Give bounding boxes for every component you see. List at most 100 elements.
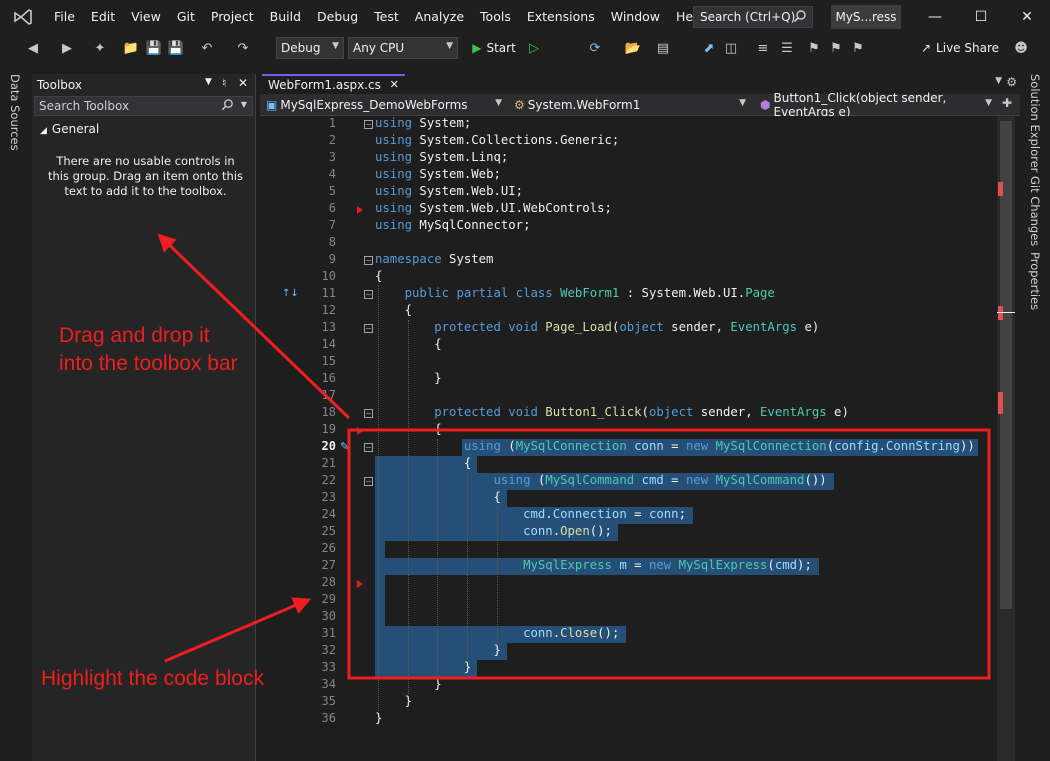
search-input[interactable]: Search (Ctrl+Q) [693,6,813,28]
tab-data-sources[interactable]: Data Sources [8,74,22,151]
code-line[interactable]: using System.Web; [375,167,501,181]
override-icon[interactable]: ↑↓ [282,288,299,299]
refresh-icon[interactable]: ⟳ [586,38,604,58]
feedback-icon[interactable]: ☻ [1012,38,1030,58]
code-line[interactable]: conn.Close(); [375,626,619,640]
minimize-button[interactable]: — [912,0,958,34]
code-line[interactable]: protected void Page_Load(object sender, … [375,320,819,334]
redo-icon[interactable]: ↷ [234,38,252,58]
code-line[interactable]: using System.Web.UI; [375,184,523,198]
toolbox-search-input[interactable]: Search Toolbox ▼ [34,96,253,116]
pin-icon[interactable]: ♮ [222,76,226,90]
bookmark-next-icon[interactable]: ⚑ [850,38,866,58]
menu-extensions[interactable]: Extensions [519,0,603,34]
close-panel-icon[interactable]: ✕ [238,76,248,90]
code-editor[interactable]: 1 2 3 4 5 6 7 8 9 10 11 12 13 14 15 16 17 18 19 20 21 22 23 24 2… [260,116,997,761]
code-line[interactable]: { [375,490,500,504]
code-line[interactable]: { [375,303,412,317]
code-line[interactable]: protected void Button1_Click(object send… [375,405,849,419]
columns-icon[interactable]: ◫ [722,38,740,58]
code-line[interactable]: using (MySqlCommand cmd = new MySqlComma… [375,473,826,487]
tab-git-changes[interactable]: Git Changes [1028,176,1042,246]
menu-view[interactable]: View [123,0,169,34]
tab-webform1-aspx-cs[interactable]: WebForm1.aspx.cs ✕ [262,74,405,94]
menu-analyze[interactable]: Analyze [407,0,472,34]
bookmark-prev-icon[interactable]: ⚑ [828,38,844,58]
menu-tools[interactable]: Tools [472,0,519,34]
collapse-region-icon[interactable]: − [364,409,373,418]
editor-vertical-scrollbar[interactable] [997,116,1015,761]
start-debugging-button[interactable]: ▶ Start [464,38,524,58]
outdent-icon[interactable]: ☰ [778,38,796,58]
project-select[interactable]: ▣ MySqlExpress_DemoWebForms ▼ [262,95,506,115]
menu-project[interactable]: Project [203,0,262,34]
window-layout-icon[interactable]: ▤ [654,38,672,58]
toolbox-empty-message[interactable]: There are no usable controls in this gro… [46,154,245,199]
maximize-button[interactable]: ☐ [958,0,1004,34]
code-line[interactable]: } [375,711,382,725]
code-line[interactable]: namespace System [375,252,493,266]
bookmark-icon[interactable]: ⚑ [806,38,822,58]
configuration-select[interactable]: Debug ▼ [276,37,344,59]
collapse-region-icon[interactable]: − [364,324,373,333]
forward-icon[interactable]: ▶ [58,38,76,58]
code-line[interactable]: using System; [375,116,471,130]
start-without-debugging-icon[interactable]: ▷ [526,38,542,58]
margin-marker-icon[interactable] [357,427,363,435]
code-line[interactable]: } [375,677,441,691]
new-project-icon[interactable]: ✦ [90,38,110,58]
code-line[interactable]: } [375,643,500,657]
code-line[interactable]: using (MySqlConnection conn = new MySqlC… [375,439,975,453]
tab-list-icon[interactable]: ▼ [995,76,1002,86]
tab-solution-explorer[interactable]: Solution Explorer [1028,74,1042,172]
menu-build[interactable]: Build [262,0,309,34]
folder-icon[interactable]: 📂 [624,38,642,58]
platform-select[interactable]: Any CPU ▼ [348,37,458,59]
save-all-icon[interactable]: 💾 [167,38,185,58]
settings-gear-icon[interactable]: ⚙ [1006,75,1017,89]
margin-marker-icon[interactable] [357,206,363,214]
save-icon[interactable]: 💾 [145,38,163,58]
code-line[interactable]: using System.Linq; [375,150,508,164]
code-line[interactable]: using MySqlConnector; [375,218,531,232]
collapse-region-icon[interactable]: − [364,477,373,486]
format-icon[interactable]: ≡ [754,38,772,58]
close-window-button[interactable]: ✕ [1004,0,1050,34]
code-line[interactable]: public partial class WebForm1 : System.W… [375,286,775,300]
member-select[interactable]: ⬢ Button1_Click(object sender, EventArgs… [756,91,996,119]
code-line[interactable]: using System.Collections.Generic; [375,133,619,147]
collapse-region-icon[interactable]: − [364,120,373,129]
collapse-region-icon[interactable]: − [364,290,373,299]
close-tab-icon[interactable]: ✕ [390,78,399,91]
menu-edit[interactable]: Edit [83,0,123,34]
menu-debug[interactable]: Debug [309,0,366,34]
code-line[interactable]: conn.Open(); [375,524,612,538]
menu-test[interactable]: Test [366,0,407,34]
open-folder-icon[interactable]: 📁 [122,38,140,58]
code-line[interactable]: } [375,694,412,708]
undo-icon[interactable]: ↶ [198,38,216,58]
code-line[interactable]: MySqlExpress m = new MySqlExpress(cmd); [375,558,812,572]
menu-file[interactable]: File [46,0,83,34]
code-line[interactable]: { [375,269,382,283]
code-line[interactable]: } [375,660,471,674]
pointer-icon[interactable]: ⬈ [700,38,718,58]
code-line[interactable]: using System.Web.UI.WebControls; [375,201,612,215]
margin-marker-icon[interactable] [357,580,363,588]
type-select[interactable]: ⚙ System.WebForm1 ▼ [510,95,750,115]
collapse-region-icon[interactable]: − [364,256,373,265]
code-line[interactable]: { [375,456,471,470]
live-share-button[interactable]: ↗ Live Share [920,38,1000,58]
menu-window[interactable]: Window [603,0,668,34]
chevron-down-icon[interactable]: ▼ [241,100,247,109]
quick-edit-icon[interactable]: ✎ [340,440,349,453]
collapse-region-icon[interactable]: − [364,443,373,452]
split-editor-icon[interactable]: ✚ [1002,96,1012,110]
code-line[interactable]: cmd.Connection = conn; [375,507,686,521]
back-icon[interactable]: ◀ [24,38,42,58]
panel-menu-icon[interactable]: ▼ [205,77,212,87]
code-line[interactable]: { [375,422,441,436]
code-line[interactable]: } [375,371,441,385]
toolbox-group-general[interactable]: ◢ General [32,122,255,136]
menu-git[interactable]: Git [169,0,203,34]
